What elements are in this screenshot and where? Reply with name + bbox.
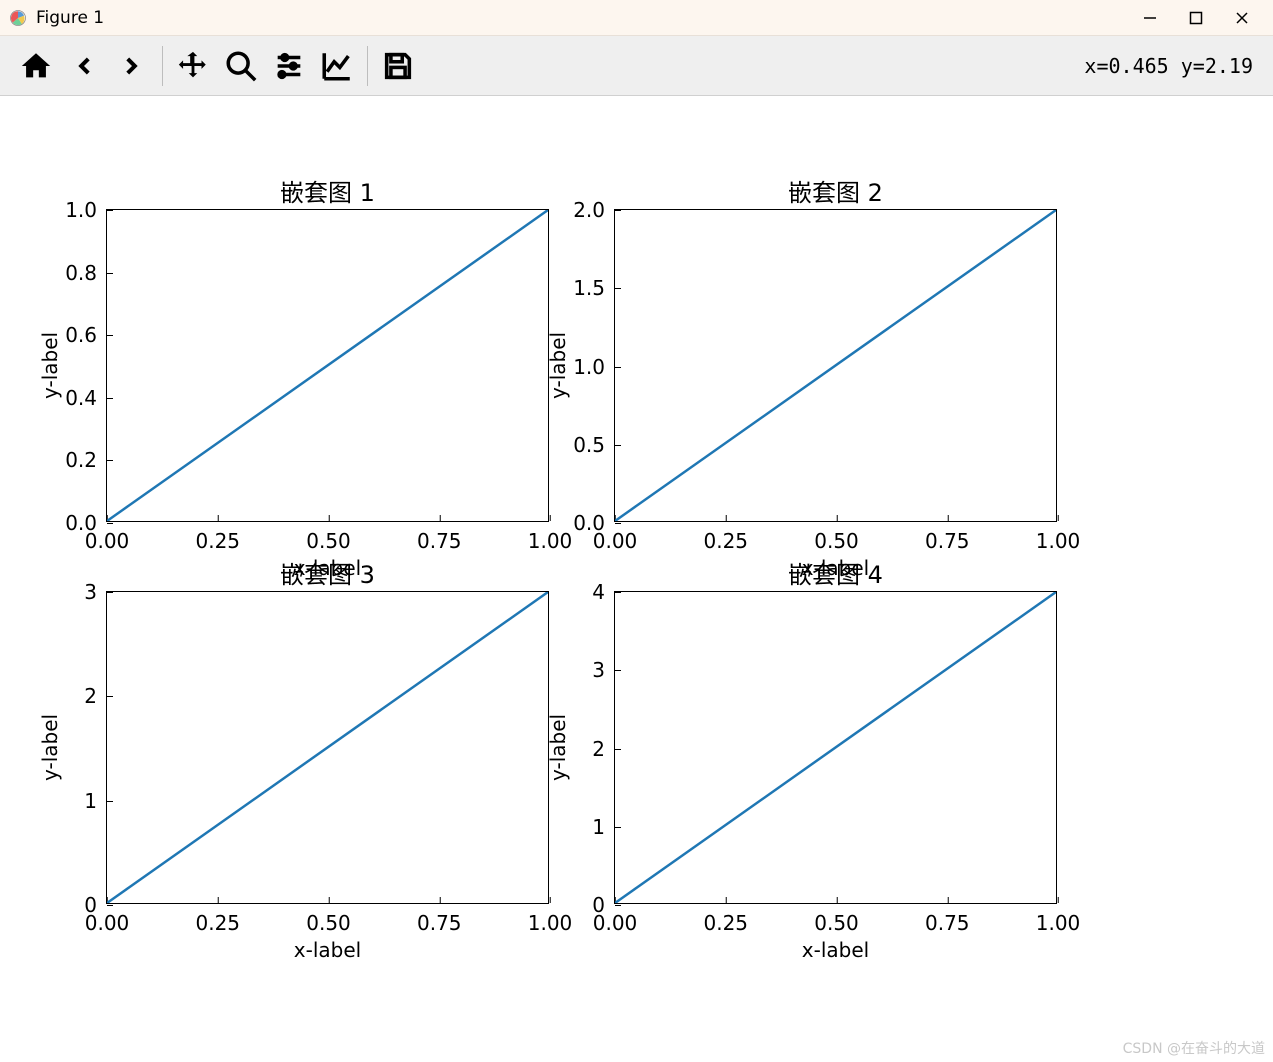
x-tick-label: 0.25 xyxy=(703,903,748,935)
y-axis-label: y-label xyxy=(38,209,62,522)
y-tick-label: 4 xyxy=(592,580,615,604)
home-button[interactable] xyxy=(12,42,60,90)
x-tick-label: 1.00 xyxy=(528,903,573,935)
axes-frame: 01230.000.250.500.751.00 xyxy=(106,591,549,904)
line-plot xyxy=(615,210,1056,521)
x-tick-label: 0.00 xyxy=(593,903,638,935)
x-tick-label: 0.75 xyxy=(925,521,970,553)
matplotlib-icon xyxy=(8,8,28,28)
edit-axes-button[interactable] xyxy=(313,42,361,90)
figure-toolbar: x=0.465 y=2.19 xyxy=(0,36,1273,96)
watermark-text: CSDN @在奋斗的大道 xyxy=(1123,1038,1265,1058)
y-tick-label: 1 xyxy=(592,815,615,839)
back-button[interactable] xyxy=(60,42,108,90)
y-tick-label: 3 xyxy=(84,580,107,604)
subplot-title: 嵌套图 2 xyxy=(614,173,1057,208)
y-axis-label: y-label xyxy=(38,591,62,904)
y-tick-label: 3 xyxy=(592,658,615,682)
maximize-button[interactable] xyxy=(1173,0,1219,36)
toolbar-separator xyxy=(367,46,368,86)
axes-frame: 0.00.51.01.52.00.000.250.500.751.00 xyxy=(614,209,1057,522)
x-tick-label: 0.25 xyxy=(703,521,748,553)
subplot-1[interactable]: 嵌套图 10.00.20.40.60.81.00.000.250.500.751… xyxy=(106,209,549,522)
minimize-button[interactable] xyxy=(1127,0,1173,36)
line-plot xyxy=(107,592,548,903)
window-titlebar: Figure 1 xyxy=(0,0,1273,36)
x-tick-label: 0.50 xyxy=(814,521,859,553)
pan-button[interactable] xyxy=(169,42,217,90)
line-plot xyxy=(615,592,1056,903)
x-tick-label: 0.25 xyxy=(195,521,240,553)
axes-frame: 0.00.20.40.60.81.00.000.250.500.751.00 xyxy=(106,209,549,522)
y-tick-label: 1.0 xyxy=(573,355,615,379)
forward-button[interactable] xyxy=(108,42,156,90)
x-tick-label: 0.25 xyxy=(195,903,240,935)
window-title: Figure 1 xyxy=(36,8,104,28)
y-axis-label: y-label xyxy=(546,209,570,522)
axes-frame: 012340.000.250.500.751.00 xyxy=(614,591,1057,904)
subplot-title: 嵌套图 3 xyxy=(106,555,549,590)
save-button[interactable] xyxy=(374,42,422,90)
y-tick-label: 1.5 xyxy=(573,276,615,300)
y-tick-label: 0.5 xyxy=(573,433,615,457)
y-tick-label: 1 xyxy=(84,789,107,813)
close-button[interactable] xyxy=(1219,0,1265,36)
toolbar-separator xyxy=(162,46,163,86)
y-tick-label: 0.4 xyxy=(65,386,107,410)
y-tick-label: 2.0 xyxy=(573,198,615,222)
x-tick-label: 0.50 xyxy=(306,903,351,935)
x-tick-label: 0.75 xyxy=(417,903,462,935)
x-tick-label: 0.00 xyxy=(85,521,130,553)
figure-canvas[interactable]: CSDN @在奋斗的大道 嵌套图 10.00.20.40.60.81.00.00… xyxy=(0,96,1273,1062)
y-tick-label: 1.0 xyxy=(65,198,107,222)
x-tick-label: 1.00 xyxy=(1036,521,1081,553)
x-tick-label: 1.00 xyxy=(1036,903,1081,935)
y-tick-label: 2 xyxy=(592,737,615,761)
subplot-3[interactable]: 嵌套图 301230.000.250.500.751.00y-labelx-la… xyxy=(106,591,549,904)
x-tick-label: 0.75 xyxy=(925,903,970,935)
subplot-title: 嵌套图 1 xyxy=(106,173,549,208)
y-axis-label: y-label xyxy=(546,591,570,904)
cursor-coordinates: x=0.465 y=2.19 xyxy=(1084,54,1261,78)
x-tick-label: 0.50 xyxy=(814,903,859,935)
x-tick-label: 0.75 xyxy=(417,521,462,553)
y-tick-label: 0.8 xyxy=(65,261,107,285)
y-tick-label: 2 xyxy=(84,684,107,708)
x-tick-label: 0.00 xyxy=(593,521,638,553)
x-axis-label: x-label xyxy=(614,938,1057,962)
y-tick-label: 0.2 xyxy=(65,448,107,472)
line-plot xyxy=(107,210,548,521)
x-tick-label: 0.50 xyxy=(306,521,351,553)
x-tick-label: 1.00 xyxy=(528,521,573,553)
y-tick-label: 0.6 xyxy=(65,323,107,347)
x-axis-label: x-label xyxy=(106,938,549,962)
configure-subplots-button[interactable] xyxy=(265,42,313,90)
zoom-button[interactable] xyxy=(217,42,265,90)
subplot-title: 嵌套图 4 xyxy=(614,555,1057,590)
subplot-2[interactable]: 嵌套图 20.00.51.01.52.00.000.250.500.751.00… xyxy=(614,209,1057,522)
subplot-4[interactable]: 嵌套图 4012340.000.250.500.751.00y-labelx-l… xyxy=(614,591,1057,904)
x-tick-label: 0.00 xyxy=(85,903,130,935)
